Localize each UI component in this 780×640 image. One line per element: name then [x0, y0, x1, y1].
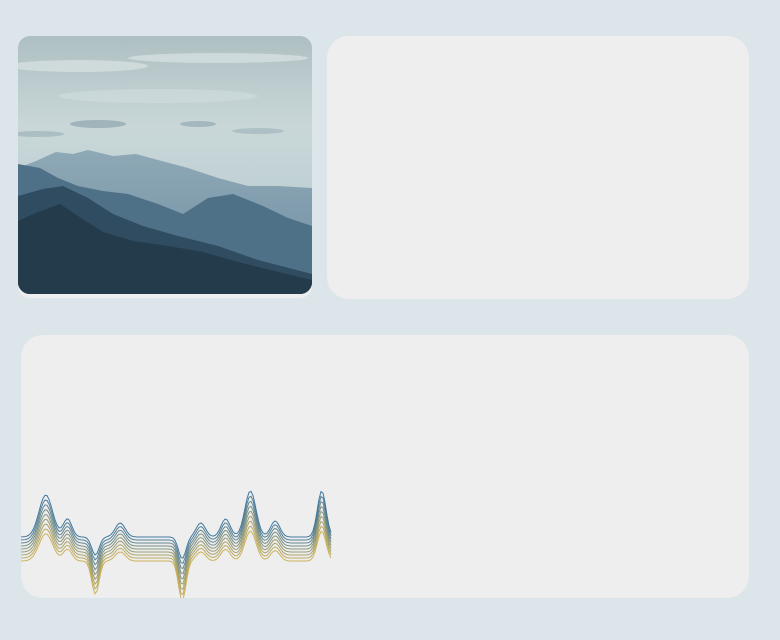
wave-line	[21, 490, 332, 559]
wave-lines-graphic	[21, 490, 332, 598]
empty-card	[327, 36, 749, 299]
wave-card	[21, 335, 749, 598]
image-card	[18, 36, 312, 298]
wave-line	[21, 520, 332, 591]
mountain-landscape-image	[18, 36, 312, 294]
